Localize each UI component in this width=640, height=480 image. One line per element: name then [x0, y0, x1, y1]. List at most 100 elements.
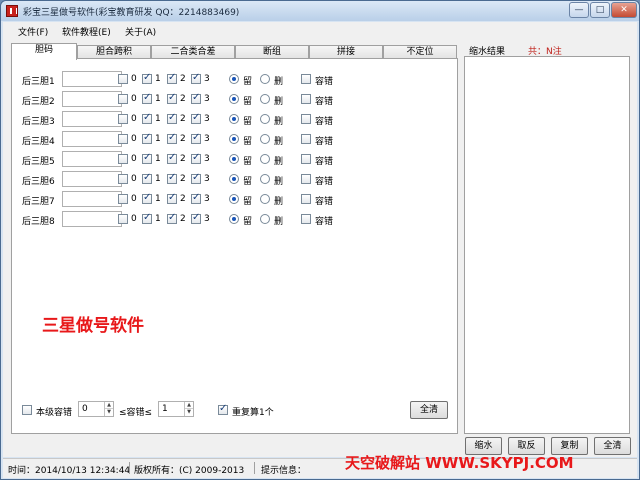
- fault-checkbox[interactable]: [301, 74, 311, 84]
- dan-input[interactable]: [62, 211, 122, 227]
- level-fault-label: 本级容错: [36, 408, 73, 418]
- digit-checkbox[interactable]: [167, 152, 177, 164]
- title-bar[interactable]: 彩宝三星做号软件(彩宝教育研发 QQ：2214883469) — □ ✕: [1, 1, 639, 21]
- delete-radio[interactable]: [260, 114, 270, 124]
- digit-checkbox[interactable]: [191, 112, 201, 124]
- fault-checkbox[interactable]: [301, 94, 311, 104]
- dan-input[interactable]: [62, 151, 122, 167]
- digit-checkbox[interactable]: [118, 74, 128, 84]
- digit-checkbox[interactable]: [191, 192, 201, 204]
- delete-radio[interactable]: [260, 214, 270, 224]
- fault-checkbox[interactable]: [301, 194, 311, 204]
- digit-checkbox[interactable]: [142, 92, 152, 104]
- keep-radio[interactable]: [229, 214, 239, 224]
- tab-splice[interactable]: 拼接: [309, 45, 383, 59]
- digit-checkbox[interactable]: [118, 134, 128, 144]
- dan-row-label: 后三胆8: [22, 217, 55, 227]
- status-divider: [129, 462, 130, 474]
- delete-radio[interactable]: [260, 94, 270, 104]
- digit-checkbox[interactable]: [142, 212, 152, 224]
- digit-label: 1: [155, 194, 161, 204]
- keep-radio[interactable]: [229, 174, 239, 184]
- dan-input[interactable]: [62, 91, 122, 107]
- keep-radio[interactable]: [229, 114, 239, 124]
- digit-label: 2: [180, 134, 186, 144]
- max-fault-value: 1: [162, 404, 168, 414]
- digit-checkbox[interactable]: [191, 172, 201, 184]
- digit-checkbox[interactable]: [142, 192, 152, 204]
- spin-up-icon[interactable]: ▲: [185, 402, 193, 409]
- dan-input[interactable]: [62, 131, 122, 147]
- spin-down-icon[interactable]: ▼: [105, 409, 113, 416]
- min-fault-spin-buttons[interactable]: ▲ ▼: [104, 402, 113, 416]
- minimize-button[interactable]: —: [569, 2, 589, 18]
- digit-checkbox[interactable]: [118, 114, 128, 124]
- menu-file[interactable]: 文件(F): [18, 25, 48, 38]
- digit-checkbox[interactable]: [142, 152, 152, 164]
- keep-radio[interactable]: [229, 74, 239, 84]
- digit-label: 2: [180, 154, 186, 164]
- digit-checkbox[interactable]: [191, 132, 201, 144]
- spin-up-icon[interactable]: ▲: [105, 402, 113, 409]
- digit-checkbox[interactable]: [167, 132, 177, 144]
- digit-checkbox[interactable]: [191, 92, 201, 104]
- fault-checkbox[interactable]: [301, 114, 311, 124]
- delete-radio[interactable]: [260, 74, 270, 84]
- maximize-button[interactable]: □: [590, 2, 610, 18]
- keep-radio[interactable]: [229, 154, 239, 164]
- tab-break-group[interactable]: 断组: [235, 45, 309, 59]
- digit-checkbox[interactable]: [191, 152, 201, 164]
- digit-checkbox[interactable]: [167, 72, 177, 84]
- fault-checkbox[interactable]: [301, 134, 311, 144]
- spin-down-icon[interactable]: ▼: [185, 409, 193, 416]
- clear-all-rows-button[interactable]: 全清: [410, 401, 448, 419]
- digit-checkbox[interactable]: [167, 192, 177, 204]
- max-fault-spinner[interactable]: 1 ▲ ▼: [158, 401, 194, 417]
- keep-label: 留: [243, 137, 253, 147]
- digit-checkbox[interactable]: [142, 112, 152, 124]
- digit-checkbox[interactable]: [167, 112, 177, 124]
- digit-checkbox[interactable]: [142, 132, 152, 144]
- digit-checkbox[interactable]: [118, 174, 128, 184]
- tab-two-sum-diff[interactable]: 二合类合差: [151, 45, 235, 59]
- tab-unpositioned[interactable]: 不定位: [383, 45, 457, 59]
- tab-dan-code[interactable]: 胆码: [11, 43, 77, 60]
- digit-checkbox[interactable]: [167, 212, 177, 224]
- digit-checkbox[interactable]: [167, 172, 177, 184]
- status-divider: [254, 462, 255, 474]
- min-fault-spinner[interactable]: 0 ▲ ▼: [78, 401, 114, 417]
- digit-checkbox[interactable]: [118, 214, 128, 224]
- results-list[interactable]: [464, 56, 630, 434]
- keep-radio[interactable]: [229, 94, 239, 104]
- digit-checkbox[interactable]: [142, 172, 152, 184]
- delete-radio[interactable]: [260, 134, 270, 144]
- recalc-checkbox[interactable]: [218, 403, 228, 415]
- dan-input[interactable]: [62, 171, 122, 187]
- digit-checkbox[interactable]: [167, 92, 177, 104]
- menu-about[interactable]: 关于(A): [125, 25, 156, 38]
- keep-radio[interactable]: [229, 134, 239, 144]
- fault-label: 容错: [315, 217, 334, 227]
- delete-radio[interactable]: [260, 154, 270, 164]
- fault-checkbox[interactable]: [301, 174, 311, 184]
- digit-checkbox[interactable]: [118, 194, 128, 204]
- level-fault-checkbox[interactable]: [22, 405, 32, 415]
- close-button[interactable]: ✕: [611, 2, 637, 18]
- delete-radio[interactable]: [260, 194, 270, 204]
- menu-tutorial[interactable]: 软件教程(E): [62, 25, 111, 38]
- digit-checkbox[interactable]: [191, 72, 201, 84]
- dan-input[interactable]: [62, 111, 122, 127]
- digit-checkbox[interactable]: [118, 154, 128, 164]
- fault-checkbox[interactable]: [301, 154, 311, 164]
- delete-radio[interactable]: [260, 174, 270, 184]
- fault-checkbox[interactable]: [301, 214, 311, 224]
- clear-results-button[interactable]: 全清: [594, 437, 631, 455]
- digit-checkbox[interactable]: [118, 94, 128, 104]
- digit-checkbox[interactable]: [142, 72, 152, 84]
- keep-radio[interactable]: [229, 194, 239, 204]
- dan-input[interactable]: [62, 191, 122, 207]
- dan-input[interactable]: [62, 71, 122, 87]
- max-fault-spin-buttons[interactable]: ▲ ▼: [184, 402, 193, 416]
- tab-dan-sum-span[interactable]: 胆合跨积: [77, 45, 151, 59]
- digit-checkbox[interactable]: [191, 212, 201, 224]
